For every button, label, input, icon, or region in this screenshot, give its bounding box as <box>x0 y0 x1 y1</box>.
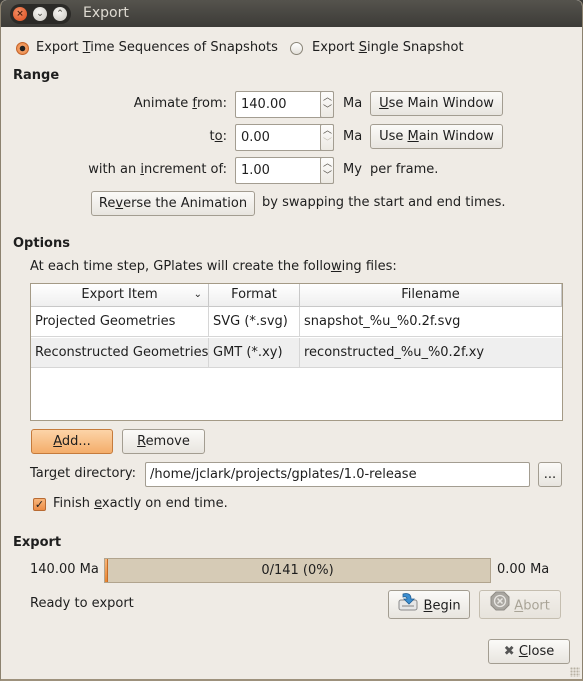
maximize-window-icon[interactable]: ⌃ <box>53 7 67 21</box>
export-progress-bar: 0/141 (0%) <box>104 558 491 583</box>
options-intro: At each time step, GPlates will create t… <box>30 259 397 274</box>
increment-unit: My <box>343 162 362 177</box>
resize-grip[interactable] <box>570 667 580 677</box>
export-heading: Export <box>13 535 62 550</box>
animate-to-label: to: <box>209 129 227 144</box>
abort-stop-icon <box>490 591 510 621</box>
cell-export-item: Reconstructed Geometries <box>31 338 209 368</box>
browse-directory-button[interactable]: ... <box>538 462 562 487</box>
to-unit: Ma <box>343 129 363 144</box>
reverse-description: by swapping the start and end times. <box>262 195 506 210</box>
export-end-time: 0.00 Ma <box>497 562 550 577</box>
table-row[interactable]: Reconstructed Geometries GMT (*.xy) reco… <box>31 338 562 368</box>
finish-exactly-checkbox[interactable]: ✓ <box>33 498 46 511</box>
radio-time-sequence[interactable] <box>16 42 29 55</box>
spin-up-icon[interactable]: ︿ <box>323 94 332 103</box>
column-header-export-item[interactable]: Export Item ⌄ <box>31 284 209 307</box>
cell-filename: reconstructed_%u_%0.2f.xy <box>304 345 485 360</box>
use-main-window-from-button[interactable]: Use Main Window <box>370 91 503 116</box>
animate-from-label: Animate from: <box>133 96 227 111</box>
remove-button[interactable]: Remove <box>122 429 205 454</box>
finish-exactly-label[interactable]: Finish exactly on end time. <box>53 496 228 511</box>
add-button[interactable]: Add... <box>31 429 113 454</box>
title-bar: × ⌄ ⌃ Export <box>1 0 582 27</box>
spin-down-icon[interactable]: ﹀ <box>323 172 332 181</box>
window-controls: × ⌄ ⌃ <box>10 4 71 24</box>
close-x-icon: ✖ <box>503 644 515 659</box>
column-header-filename[interactable]: Filename <box>300 284 562 307</box>
progress-text: 0/141 (0%) <box>261 563 334 578</box>
reverse-animation-button[interactable]: Reverse the Animation <box>91 191 255 216</box>
range-heading: Range <box>13 68 60 83</box>
use-main-window-to-button[interactable]: Use Main Window <box>370 124 503 149</box>
export-items-table[interactable]: Export Item ⌄ Format Filename Projected … <box>30 283 563 421</box>
target-directory-input[interactable]: /home/jclark/projects/gplates/1.0-releas… <box>145 462 530 487</box>
abort-button: Abort <box>479 590 561 619</box>
animate-from-spinbox[interactable]: 140.00 ︿ ﹀ <box>235 91 334 118</box>
increment-spinbox[interactable]: 1.00 ︿ ﹀ <box>235 157 334 184</box>
radio-time-sequence-label[interactable]: Export Time Sequences of Snapshots <box>36 40 278 55</box>
close-button[interactable]: ✖ Close <box>488 639 570 664</box>
window-title: Export <box>83 5 129 21</box>
spin-up-icon[interactable]: ︿ <box>323 127 332 136</box>
close-window-icon[interactable]: × <box>13 7 27 21</box>
sort-chevron-icon: ⌄ <box>193 289 202 300</box>
radio-single-snapshot[interactable] <box>290 42 303 55</box>
cell-filename: snapshot_%u_%0.2f.svg <box>304 314 461 329</box>
cell-format: GMT (*.xy) <box>209 338 300 368</box>
table-row[interactable]: Projected Geometries SVG (*.svg) snapsho… <box>31 307 562 337</box>
target-directory-label: Target directory: <box>30 466 136 481</box>
spin-down-icon: ﹀ <box>323 138 333 148</box>
animate-to-spinbox[interactable]: 0.00 ︿ ﹀ <box>235 124 334 151</box>
begin-button[interactable]: Begin <box>388 590 470 619</box>
export-start-time: 140.00 Ma <box>30 562 99 577</box>
spin-down-icon[interactable]: ﹀ <box>323 106 332 115</box>
spin-up-icon[interactable]: ︿ <box>323 160 332 169</box>
radio-single-snapshot-label[interactable]: Export Single Snapshot <box>312 40 464 55</box>
increment-label: with an increment of: <box>88 162 227 177</box>
export-dialog: × ⌄ ⌃ Export Export Time Sequences of Sn… <box>0 0 583 681</box>
export-download-icon <box>397 591 419 621</box>
minimize-window-icon[interactable]: ⌄ <box>33 7 47 21</box>
cell-format: SVG (*.svg) <box>209 307 300 337</box>
options-heading: Options <box>13 236 70 251</box>
from-unit: Ma <box>343 96 363 111</box>
cell-export-item: Projected Geometries <box>31 307 209 337</box>
increment-suffix: per frame. <box>370 162 439 177</box>
export-status: Ready to export <box>30 596 134 611</box>
column-header-format[interactable]: Format <box>209 284 300 307</box>
